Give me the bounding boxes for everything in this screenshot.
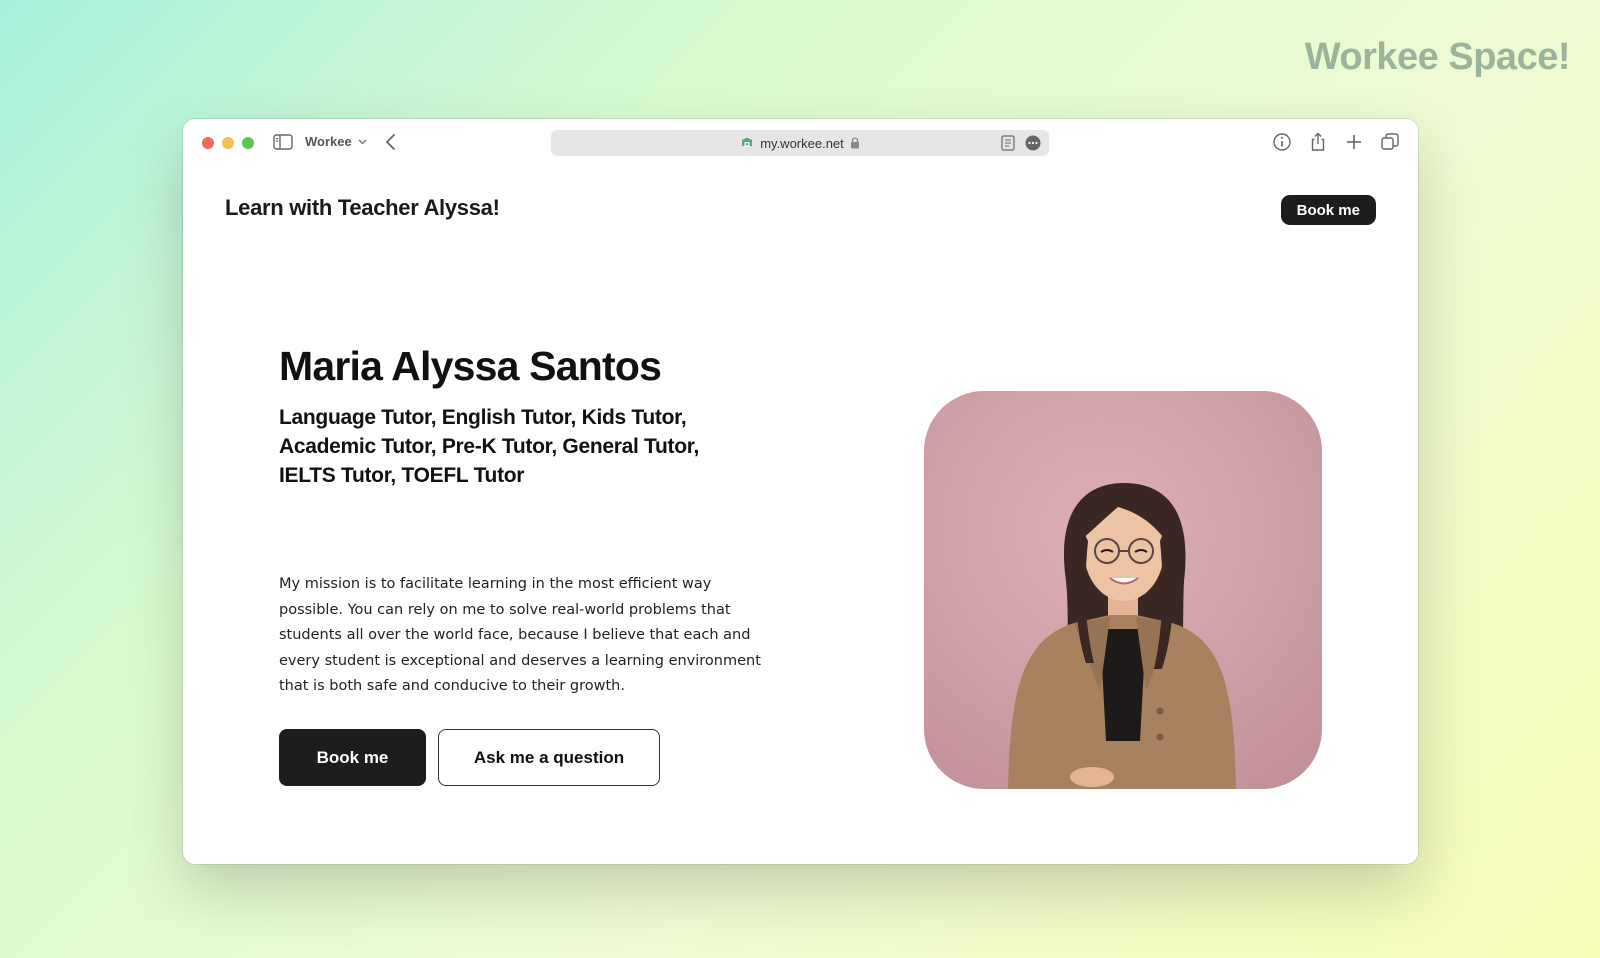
close-window-button[interactable] <box>202 137 214 149</box>
tutor-portrait-illustration <box>1008 483 1236 789</box>
toolbar-actions <box>1272 132 1400 152</box>
zoom-window-button[interactable] <box>242 137 254 149</box>
site-shield-icon <box>742 137 753 147</box>
tutor-specialties: Language Tutor, English Tutor, Kids Tuto… <box>279 406 700 487</box>
tutor-photo <box>924 391 1322 789</box>
ask-question-button[interactable]: Ask me a question <box>438 729 660 786</box>
tab-group-label: Workee <box>305 134 352 149</box>
back-chevron-icon[interactable] <box>383 133 399 151</box>
nav-book-button[interactable]: Book me <box>1280 195 1376 225</box>
reader-icon[interactable] <box>1001 135 1015 151</box>
tutor-name: Maria Alyssa Santos <box>279 343 662 389</box>
url-text: my.workee.net <box>760 135 844 151</box>
web-page: Learn with Teacher Alyssa! Book me Maria… <box>183 169 1418 864</box>
lock-icon <box>850 137 859 149</box>
window-controls <box>202 137 254 149</box>
sidebar-icon[interactable] <box>273 134 293 150</box>
browser-toolbar: Workee my.workee.net <box>183 119 1418 169</box>
watermark-title: Workee Space! <box>1304 36 1571 78</box>
browser-window: Workee my.workee.net Learn with Teacher … <box>183 119 1418 864</box>
share-icon[interactable] <box>1308 132 1328 152</box>
book-me-button[interactable]: Book me <box>279 729 426 786</box>
plus-icon[interactable] <box>1344 132 1364 152</box>
site-title[interactable]: Learn with Teacher Alyssa! <box>225 195 500 221</box>
info-icon[interactable] <box>1272 132 1292 152</box>
tutor-description: My mission is to facilitate learning in … <box>279 576 761 694</box>
more-icon[interactable] <box>1025 135 1041 151</box>
minimize-window-button[interactable] <box>222 137 234 149</box>
chevron-down-icon <box>358 139 367 144</box>
address-bar[interactable]: my.workee.net <box>551 130 1049 156</box>
tab-group-selector[interactable]: Workee <box>305 134 367 149</box>
tabs-icon[interactable] <box>1380 132 1400 152</box>
